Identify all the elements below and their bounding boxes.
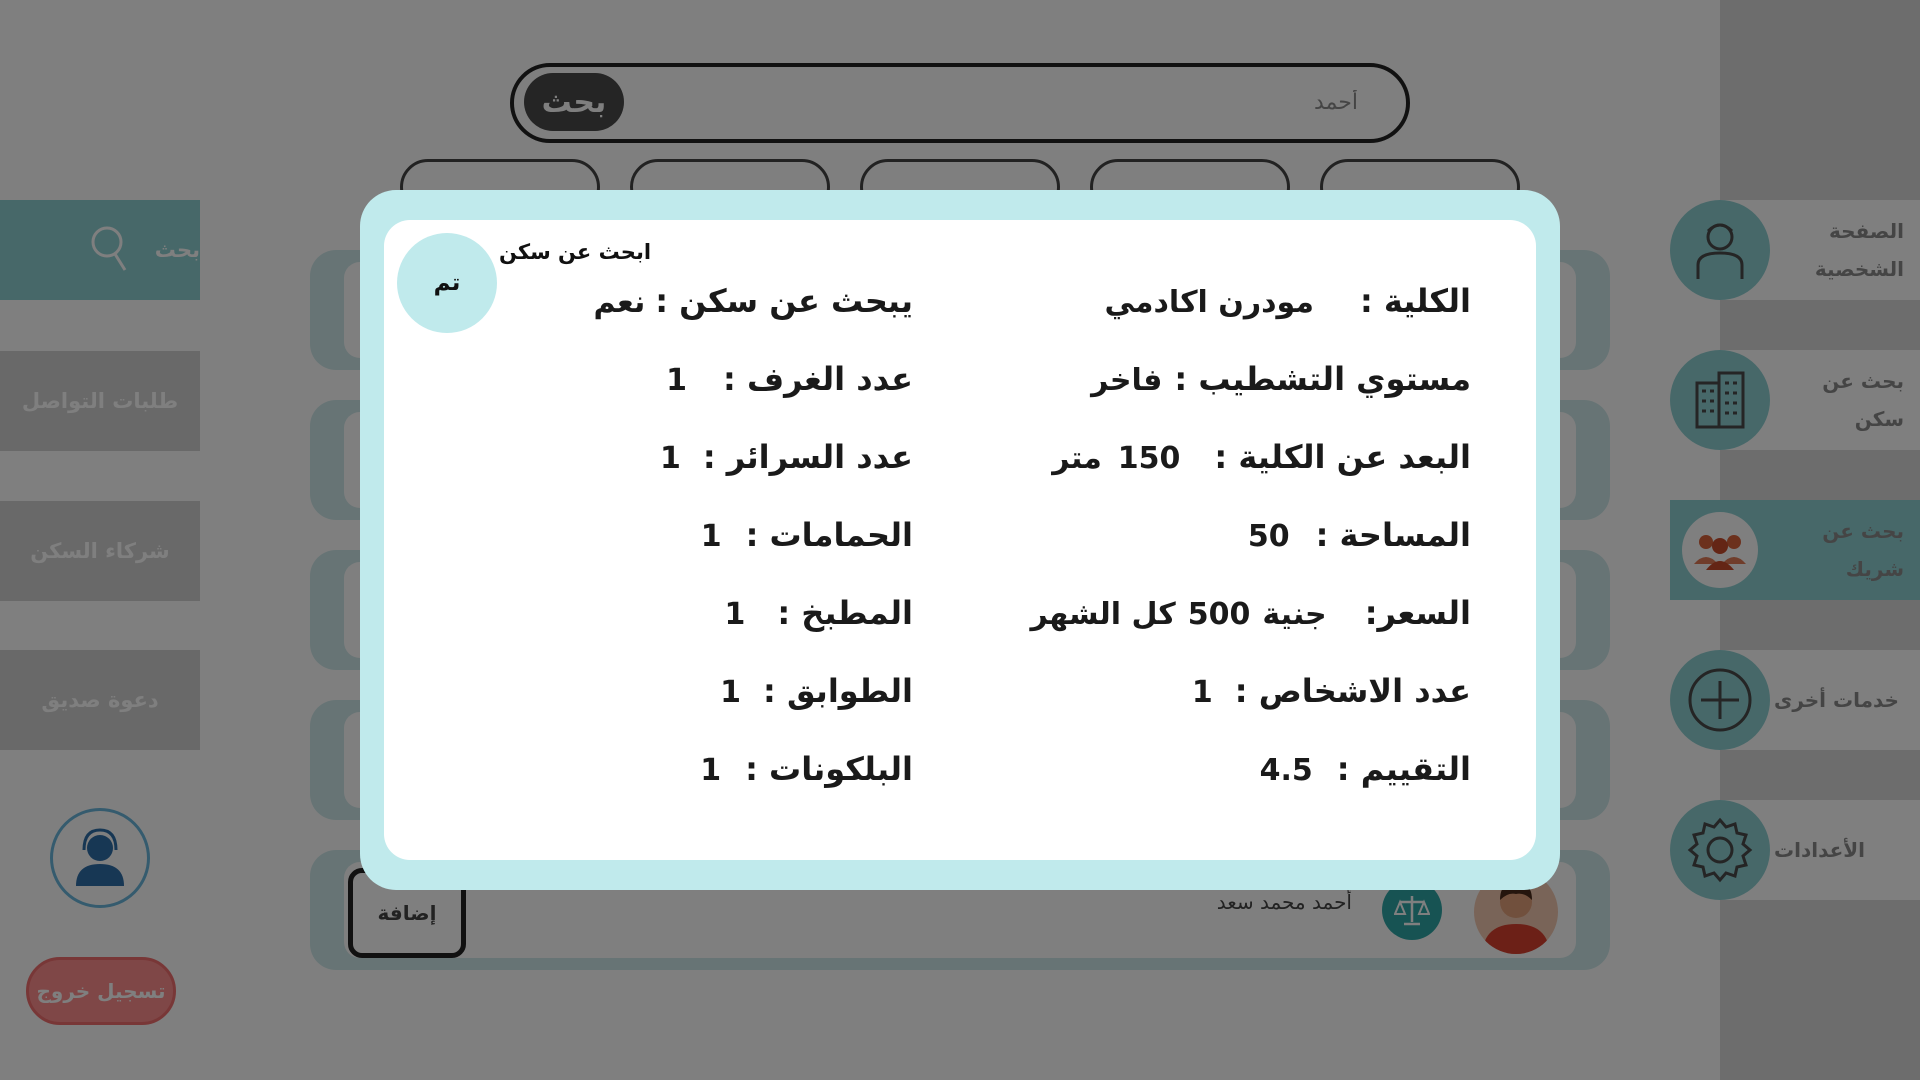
detail-currency: جنية bbox=[1262, 597, 1327, 632]
detail-value: فاخر bbox=[1091, 363, 1163, 398]
detail-row-bathrooms: الحمامات : 1 bbox=[701, 516, 913, 554]
detail-value: 1 bbox=[700, 753, 722, 788]
detail-label: الكلية : bbox=[1359, 282, 1471, 320]
detail-row-rooms: عدد الغرف : 1 bbox=[666, 360, 913, 398]
detail-value: 500 bbox=[1187, 597, 1251, 632]
detail-row-persons: عدد الاشخاص : 1 bbox=[1192, 672, 1471, 710]
detail-value: 1 bbox=[666, 363, 688, 398]
detail-label: مستوي التشطيب : bbox=[1174, 360, 1471, 398]
detail-row-beds: عدد السرائر : 1 bbox=[660, 438, 913, 476]
detail-row-kitchen: المطبخ : 1 bbox=[724, 594, 913, 632]
detail-row-distance: البعد عن الكلية : 150 متر bbox=[1052, 438, 1471, 476]
detail-value: 50 bbox=[1247, 519, 1290, 554]
detail-value: 4.5 bbox=[1259, 753, 1313, 788]
detail-value: نعم bbox=[593, 285, 646, 320]
detail-label: السعر: bbox=[1364, 594, 1471, 632]
detail-value: 1 bbox=[1191, 675, 1213, 710]
detail-row-area: المساحة : 50 bbox=[1248, 516, 1471, 554]
modal-title: ابحث عن سكن bbox=[498, 240, 652, 264]
detail-suffix: كل الشهر bbox=[1030, 597, 1176, 632]
detail-label: عدد السرائر : bbox=[702, 438, 913, 476]
detail-row-college: الكلية : مودرن اكادمي bbox=[1105, 282, 1471, 320]
detail-label: عدد الاشخاص : bbox=[1234, 672, 1471, 710]
detail-label: المطبخ : bbox=[777, 594, 913, 632]
detail-label: البلكونات : bbox=[745, 750, 913, 788]
detail-row-price: السعر: جنية 500 كل الشهر bbox=[1031, 594, 1471, 632]
detail-row-balconies: البلكونات : 1 bbox=[700, 750, 913, 788]
detail-row-rating: التقييم : 4.5 bbox=[1260, 750, 1471, 788]
detail-row-floors: الطوابق : 1 bbox=[720, 672, 913, 710]
detail-label: الطوابق : bbox=[763, 672, 913, 710]
detail-value: مودرن اكادمي bbox=[1104, 285, 1314, 320]
detail-label: المساحة : bbox=[1315, 516, 1471, 554]
detail-label: يبحث عن سكن : bbox=[655, 282, 913, 320]
detail-value: 1 bbox=[720, 675, 742, 710]
detail-value: 1 bbox=[724, 597, 746, 632]
detail-label: البعد عن الكلية : bbox=[1214, 438, 1471, 476]
detail-row-looking: يبحث عن سكن : نعم bbox=[594, 282, 914, 320]
detail-label: الحمامات : bbox=[745, 516, 913, 554]
detail-label: التقييم : bbox=[1336, 750, 1471, 788]
detail-row-finishing: مستوي التشطيب : فاخر bbox=[1091, 360, 1471, 398]
detail-value: 150 bbox=[1117, 441, 1181, 476]
detail-value: 1 bbox=[700, 519, 722, 554]
detail-label: عدد الغرف : bbox=[723, 360, 913, 398]
detail-value: 1 bbox=[659, 441, 681, 476]
detail-unit: متر bbox=[1052, 441, 1102, 476]
